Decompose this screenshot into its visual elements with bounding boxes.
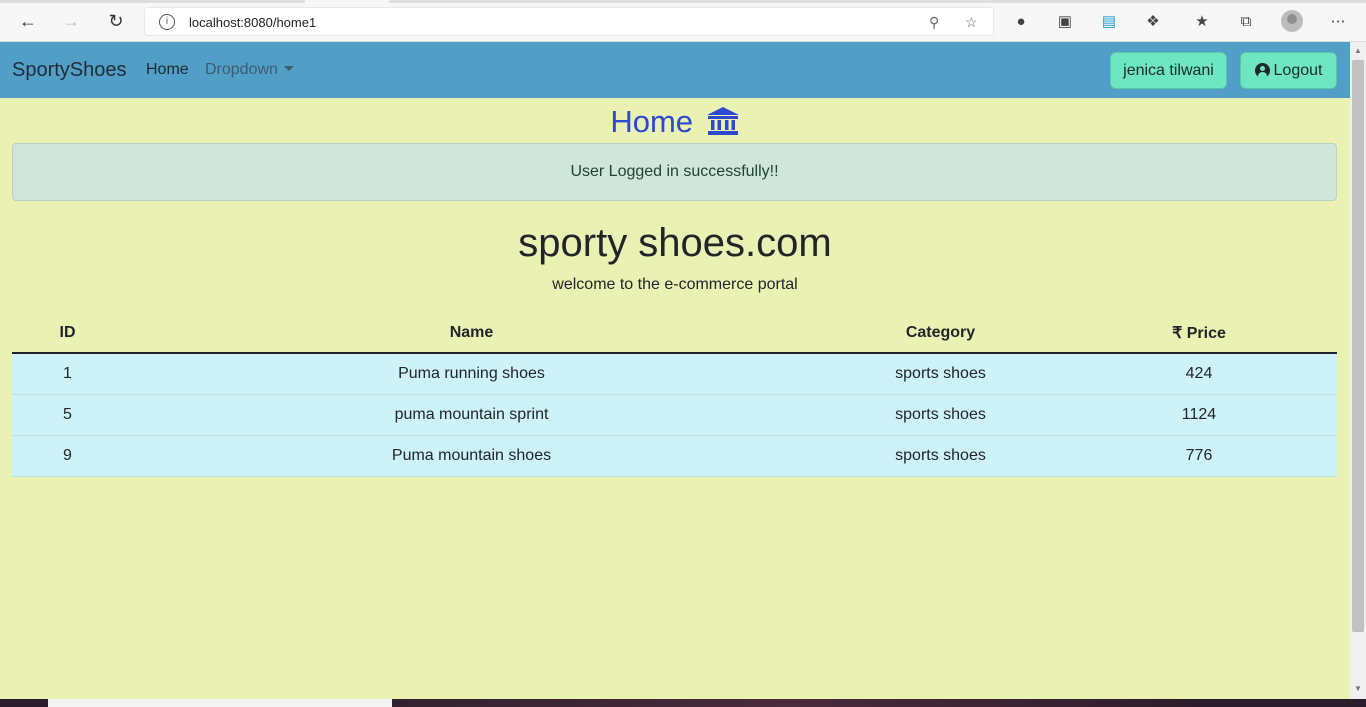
scrollbar-thumb[interactable] <box>1352 60 1364 632</box>
cell-price: 776 <box>1061 435 1337 477</box>
cell-price: 1124 <box>1061 394 1337 436</box>
back-arrow-icon[interactable]: ← <box>16 9 40 33</box>
user-button[interactable]: jenica tilwani <box>1110 52 1227 89</box>
extensions-puzzle-icon[interactable]: ❖ <box>1142 10 1164 32</box>
scroll-down-icon[interactable]: ▼ <box>1354 684 1362 693</box>
scroll-up-icon[interactable]: ▲ <box>1354 46 1362 55</box>
extension-globe-icon[interactable]: ● <box>1010 10 1032 32</box>
browser-toolbar: ← → ↻ i localhost:8080/home1 ⚲ ☆ ● ▣ ▤ ❖… <box>0 0 1366 42</box>
page-scrollbar[interactable]: ▲ ▼ <box>1350 42 1366 699</box>
key-icon[interactable]: ⚲ <box>929 14 939 31</box>
table-row: 5 puma mountain sprint sports shoes 1124 <box>12 394 1337 436</box>
navbar-brand[interactable]: SportyShoes <box>12 59 127 82</box>
reload-icon[interactable]: ↻ <box>104 9 128 33</box>
success-alert: User Logged in successfully!! <box>12 143 1337 201</box>
cell-id: 1 <box>12 353 123 395</box>
site-title: sporty shoes.com <box>518 221 832 265</box>
collections-icon[interactable]: ⧉ <box>1235 10 1257 32</box>
extension-translate-icon[interactable]: ▤ <box>1098 10 1120 32</box>
page-heading-text: Home <box>610 104 694 139</box>
nav-dropdown-label: Dropdown <box>205 61 278 78</box>
cell-name: puma mountain sprint <box>123 394 820 436</box>
nav-link-home[interactable]: Home <box>146 61 189 79</box>
logout-label: Logout <box>1273 61 1323 79</box>
table-row: 1 Puma running shoes sports shoes 424 <box>12 353 1337 395</box>
user-circle-icon <box>1254 63 1270 78</box>
header-category: Category <box>820 313 1061 354</box>
cell-name: Puma mountain shoes <box>123 435 820 477</box>
site-info-icon[interactable]: i <box>159 14 175 30</box>
url-text: localhost:8080/home1 <box>189 15 317 30</box>
cell-category: sports shoes <box>820 394 1061 436</box>
table-row: 9 Puma mountain shoes sports shoes 776 <box>12 435 1337 477</box>
favorites-icon[interactable]: ★ <box>1191 10 1213 32</box>
navbar: SportyShoes Home Dropdown jenica tilwani… <box>0 42 1350 98</box>
more-menu-icon[interactable]: ⋯ <box>1327 10 1349 32</box>
site-subtitle: welcome to the e-commerce portal <box>552 276 798 293</box>
cell-id: 9 <box>12 435 123 477</box>
cell-name: Puma running shoes <box>123 353 820 395</box>
header-price: ₹ Price <box>1061 313 1337 354</box>
favorite-star-icon[interactable]: ☆ <box>965 14 978 31</box>
cell-id: 5 <box>12 394 123 436</box>
cell-category: sports shoes <box>820 353 1061 395</box>
cell-price: 424 <box>1061 353 1337 395</box>
tab-strip <box>0 0 1366 3</box>
header-id: ID <box>12 313 123 354</box>
cell-category: sports shoes <box>820 435 1061 477</box>
header-name: Name <box>123 313 820 354</box>
table-header-row: ID Name Category ₹ Price <box>12 313 1337 354</box>
logout-button[interactable]: Logout <box>1240 52 1337 89</box>
os-taskbar <box>0 699 1366 707</box>
taskbar-search[interactable] <box>48 699 392 707</box>
forward-arrow-icon[interactable]: → <box>59 9 83 33</box>
extension-capture-icon[interactable]: ▣ <box>1054 10 1076 32</box>
taskbar-apps <box>392 699 1192 707</box>
address-bar[interactable]: i localhost:8080/home1 ⚲ ☆ <box>144 7 994 36</box>
caret-down-icon <box>283 66 294 71</box>
products-table: ID Name Category ₹ Price 1 Puma running … <box>12 313 1337 477</box>
page-heading: Home <box>0 104 1350 140</box>
nav-dropdown[interactable]: Dropdown <box>205 61 294 79</box>
bank-icon <box>706 107 739 135</box>
profile-avatar-icon[interactable] <box>1281 10 1303 32</box>
